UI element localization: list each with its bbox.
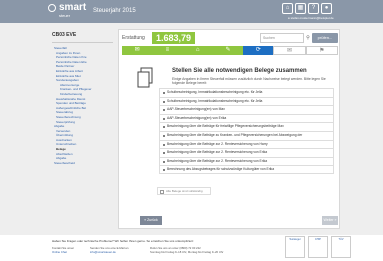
receipt-item: AAP-Steuerbescheinigung(en) von Max	[159, 105, 334, 114]
checkbox-label: Alle Belege sind vollständig	[166, 189, 203, 193]
all-receipts-checkbox[interactable]: Alle Belege sind vollständig	[157, 187, 211, 195]
tax-year-title: Steuerjahr 2015	[93, 8, 136, 14]
step-tab[interactable]: ⌂	[182, 46, 213, 55]
logged-in-user: ● stefan.mustermann@beispiel.de	[288, 16, 334, 20]
check-button[interactable]: prüfen...	[312, 33, 338, 43]
home-icon[interactable]: ⌂	[282, 3, 293, 14]
refund-label: Erstattung	[122, 35, 145, 41]
workspace: CB03 EVE Steuerfall Angaben zu Ihnen Persö…	[0, 23, 383, 235]
receipt-list: Schulbescheinigung, Immatrikulationsbesc…	[159, 88, 334, 174]
next-button[interactable]: Weiter »	[322, 216, 338, 225]
trust-badges: Testsieger CHIP TÜV	[285, 236, 351, 258]
receipt-item: Bescheinigung über die Beiträge zur 2. R…	[159, 156, 334, 166]
receipt-item: Bescheinigung über die Beiträge zur 2. R…	[159, 139, 334, 149]
receipt-item: Schulbescheinigung, Immatrikulationsbesc…	[159, 96, 334, 106]
back-button[interactable]: « Zurück	[140, 216, 162, 225]
receipt-item: Schulbescheinigung, Immatrikulationsbesc…	[159, 88, 334, 97]
footer-chat: Kontakt Sie unser Online Chat	[52, 246, 74, 254]
refund-amount: 1.683,79	[152, 32, 195, 44]
step-tab[interactable]: ⚑	[305, 46, 338, 55]
navigation-sidebar: CB03 EVE Steuerfall Angaben zu Ihnen Persö…	[52, 29, 113, 229]
support-headline: Haben Sie Fragen oder technische Problem…	[52, 239, 194, 243]
step-tab[interactable]: ≡	[152, 46, 183, 55]
sidebar-item[interactable]: Steuerbescheid	[52, 161, 113, 166]
step-tab[interactable]: ✉	[122, 46, 153, 55]
badge-testsieger: Testsieger	[285, 236, 305, 258]
top-toolbar: Erstattung 1.683,79 Suchen ⚲ prüfen...	[122, 32, 338, 45]
receipt-item: Berechnung des Abzugsbetrages für schutz…	[159, 165, 334, 174]
badge-chip: CHIP	[308, 236, 328, 258]
sidebar-nav-list: Steuerfall Angaben zu Ihnen Persönliche Da…	[52, 46, 113, 165]
step-tab[interactable]: ⟳	[243, 46, 274, 55]
chat-link[interactable]: Online Chat	[52, 250, 74, 254]
help-icon[interactable]: ?	[308, 3, 319, 14]
receipt-item: AAP-Steuerbescheinigung(en) von Erika	[159, 113, 334, 123]
calendar-icon[interactable]: ▦	[295, 3, 306, 14]
step-tab[interactable]: ✉	[273, 46, 306, 55]
logo-icon	[48, 4, 56, 12]
phone-hours: Sonntag bis Freitag 9–18 Uhr, Montag bis…	[150, 250, 224, 254]
page-description: Einige Angaben in Ihrem Steuerfall müsse…	[172, 77, 326, 85]
logo[interactable]: smart	[59, 3, 86, 13]
documents-icon	[137, 67, 153, 88]
progress-steps: ✉ ≡ ⌂ ✎ ⟳ ✉ ⚑	[122, 46, 338, 55]
logo-subtitle: steuer	[59, 13, 71, 18]
checkbox[interactable]	[160, 189, 164, 194]
search-icon[interactable]: ⚲	[305, 33, 311, 43]
email-link[interactable]: info@smartsteuer.de	[90, 250, 128, 254]
footer-email: Senden Sie uns eine E-Mail an info@smart…	[90, 246, 128, 254]
user-icon[interactable]: ●	[321, 3, 332, 14]
header-icon-group: ⌂ ▦ ? ●	[282, 3, 332, 14]
badge-tuev: TÜV	[331, 236, 351, 258]
app-header: smart steuer Steuerjahr 2015 ⌂ ▦ ? ● ● s…	[0, 0, 383, 23]
receipt-item: Bescheinigung über die Beiträge zur 2. R…	[159, 148, 334, 157]
step-tab[interactable]: ✎	[212, 46, 244, 55]
receipt-item: Bescheinigung über die Beiträge zu Krank…	[159, 130, 334, 145]
search-input[interactable]: Suchen	[260, 33, 304, 43]
footer-phone: Rufen Sie uns an unter (0800) 72 00 222 …	[150, 246, 223, 254]
main-panel: Erstattung 1.683,79 Suchen ⚲ prüfen... ✉…	[118, 29, 340, 229]
receipt-item: Bescheinigung über die Beiträge für frei…	[159, 122, 334, 131]
page-footer: Haben Sie Fragen oder technische Problem…	[0, 235, 383, 261]
case-title: CB03 EVE	[52, 32, 77, 38]
page-title: Stellen Sie alle notwendigen Belege zusa…	[172, 68, 307, 74]
sidebar-divider	[52, 42, 113, 43]
